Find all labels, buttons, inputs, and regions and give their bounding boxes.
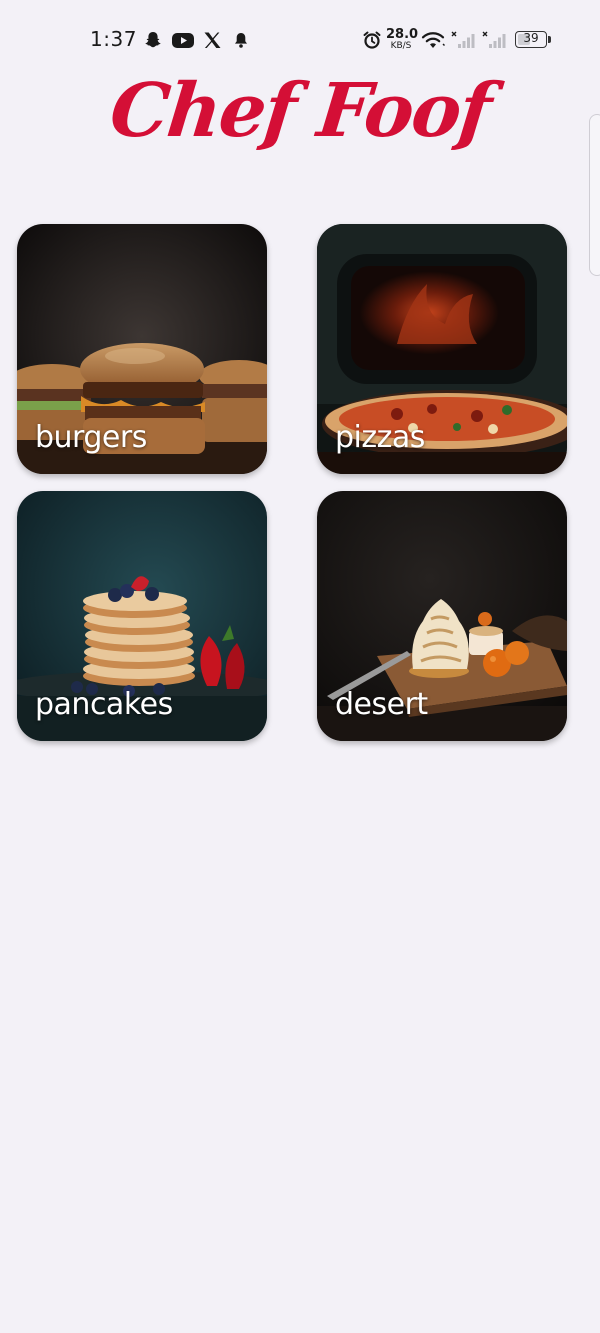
network-speed: 28.0 KB/S (386, 27, 419, 51)
battery-icon: 39 (515, 31, 547, 48)
status-time: 1:37 (90, 27, 137, 51)
category-card-pizzas[interactable]: pizzas (317, 224, 567, 474)
youtube-icon (172, 33, 194, 48)
category-label: pancakes (35, 687, 173, 722)
category-label: burgers (35, 420, 147, 455)
battery-level: 39 (523, 31, 539, 45)
category-label: desert (335, 687, 428, 722)
alarm-icon (363, 31, 381, 49)
signal-icon (451, 31, 475, 48)
signal-icon (482, 31, 506, 48)
category-card-pancakes[interactable]: pancakes (17, 491, 267, 741)
scroll-handle[interactable] (589, 114, 600, 276)
category-label: pizzas (335, 420, 425, 455)
battery-tip (548, 36, 551, 43)
notification-bell-icon (235, 33, 247, 48)
snapchat-icon (145, 32, 161, 48)
x-icon (204, 32, 221, 48)
wifi-icon (421, 32, 445, 48)
category-card-burgers[interactable]: burgers (17, 224, 267, 474)
app-title: Chef Foof (106, 68, 494, 154)
category-card-desert[interactable]: desert (317, 491, 567, 741)
